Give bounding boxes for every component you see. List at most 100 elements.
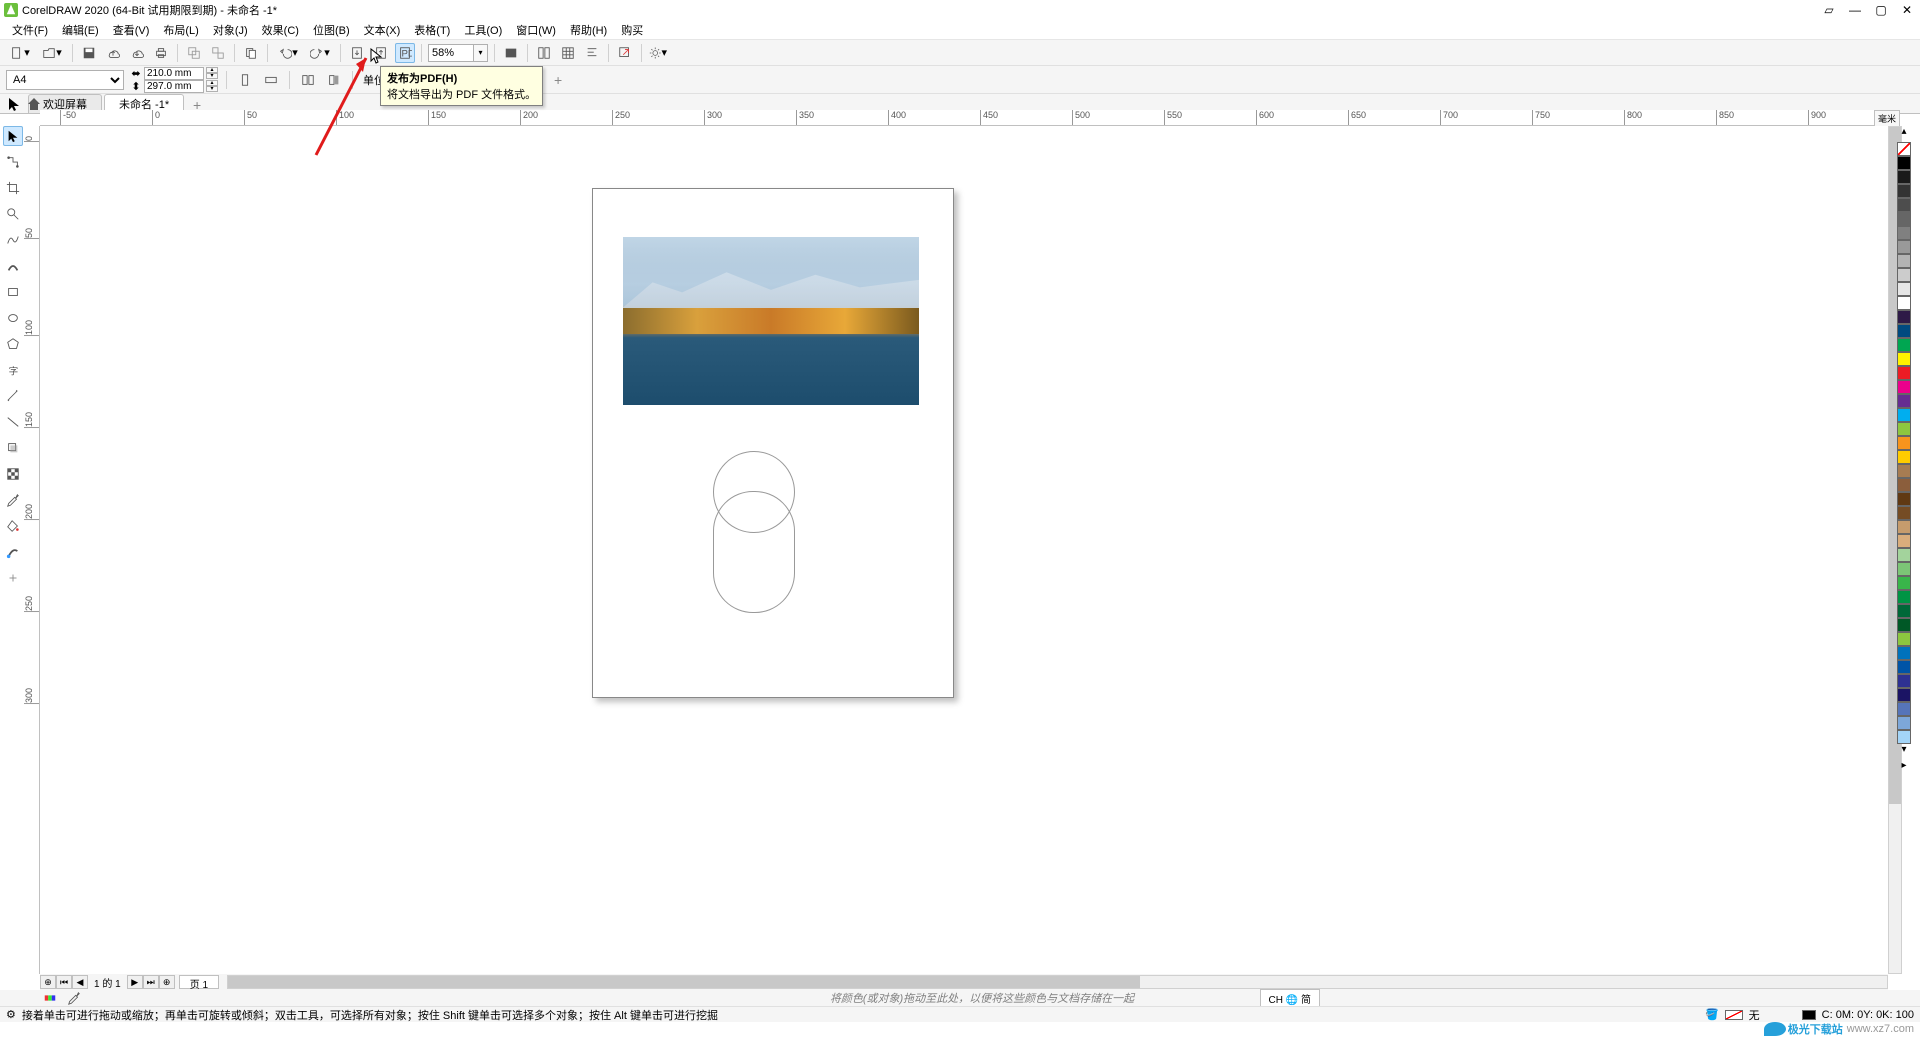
circle-shape[interactable] xyxy=(713,451,795,533)
cloud-up-button[interactable] xyxy=(103,43,123,63)
last-page-button[interactable]: ⏭ xyxy=(143,975,159,989)
gear-icon[interactable]: ⚙ xyxy=(6,1008,16,1021)
cloud-down-button[interactable] xyxy=(127,43,147,63)
rectangle-tool[interactable] xyxy=(3,282,23,302)
color-swatch[interactable] xyxy=(1897,212,1911,226)
window-float-icon[interactable]: ▱ xyxy=(1820,3,1838,17)
grid-button[interactable] xyxy=(558,43,578,63)
color-swatch[interactable] xyxy=(1897,156,1911,170)
menu-buy[interactable]: 购买 xyxy=(615,20,649,40)
placed-image[interactable] xyxy=(623,237,919,405)
publish-pdf-button[interactable]: PDF xyxy=(395,43,415,63)
import-button[interactable] xyxy=(347,43,367,63)
zoom-combo[interactable]: ▾ xyxy=(428,44,488,62)
artistic-tool[interactable] xyxy=(3,256,23,276)
color-swatch[interactable] xyxy=(1897,618,1911,632)
color-swatch[interactable] xyxy=(1897,352,1911,366)
landscape-button[interactable] xyxy=(261,70,281,90)
undo-button[interactable]: ▾ xyxy=(274,43,302,63)
connector-tool[interactable] xyxy=(3,412,23,432)
color-swatch[interactable] xyxy=(1897,254,1911,268)
no-color-swatch[interactable] xyxy=(1897,142,1911,156)
fullscreen-button[interactable] xyxy=(501,43,521,63)
shape-tool[interactable] xyxy=(3,152,23,172)
minimize-icon[interactable]: — xyxy=(1846,3,1864,17)
color-swatch[interactable] xyxy=(1897,282,1911,296)
options-button[interactable]: ▾ xyxy=(648,43,668,63)
no-fill-indicator[interactable] xyxy=(1725,1010,1743,1020)
color-swatch[interactable] xyxy=(1897,520,1911,534)
color-swatch[interactable] xyxy=(1897,436,1911,450)
first-page-button[interactable]: ⏮ xyxy=(56,975,72,989)
align-button[interactable] xyxy=(582,43,602,63)
ruler-units-button[interactable]: 毫米 xyxy=(1874,110,1900,127)
horizontal-scrollbar[interactable] xyxy=(227,975,1888,989)
color-swatch[interactable] xyxy=(1897,590,1911,604)
ellipse-tool[interactable] xyxy=(3,308,23,328)
menu-file[interactable]: 文件(F) xyxy=(6,20,54,40)
color-swatch[interactable] xyxy=(1897,324,1911,338)
palette-down-icon[interactable]: ▾ xyxy=(1901,744,1906,760)
color-swatch[interactable] xyxy=(1897,646,1911,660)
color-swatch[interactable] xyxy=(1897,394,1911,408)
color-swatch[interactable] xyxy=(1897,660,1911,674)
color-swatch[interactable] xyxy=(1897,240,1911,254)
redo-button[interactable]: ▾ xyxy=(306,43,334,63)
color-swatch[interactable] xyxy=(1897,268,1911,282)
current-page-button[interactable] xyxy=(324,70,344,90)
zoom-tool[interactable] xyxy=(3,204,23,224)
color-swatch[interactable] xyxy=(1897,492,1911,506)
pick-arrow-icon[interactable] xyxy=(6,96,22,112)
freehand-tool[interactable] xyxy=(3,230,23,250)
launch-button[interactable] xyxy=(615,43,635,63)
break-button[interactable] xyxy=(208,43,228,63)
color-swatch[interactable] xyxy=(1897,506,1911,520)
color-swatch[interactable] xyxy=(1897,562,1911,576)
polygon-tool[interactable] xyxy=(3,334,23,354)
color-swatch[interactable] xyxy=(1897,576,1911,590)
menu-layout[interactable]: 布局(L) xyxy=(157,20,204,40)
zoom-dropdown-icon[interactable]: ▾ xyxy=(474,44,488,62)
print-button[interactable] xyxy=(151,43,171,63)
color-swatch[interactable] xyxy=(1897,604,1911,618)
open-button[interactable]: ▾ xyxy=(38,43,66,63)
hint-eyedrop-icon[interactable] xyxy=(64,988,84,1008)
color-indicator[interactable] xyxy=(1802,1010,1816,1020)
hint-palette-icon[interactable] xyxy=(40,988,60,1008)
menu-table[interactable]: 表格(T) xyxy=(408,20,456,40)
color-swatch[interactable] xyxy=(1897,408,1911,422)
color-swatch[interactable] xyxy=(1897,464,1911,478)
color-swatch[interactable] xyxy=(1897,716,1911,730)
copy-button[interactable] xyxy=(241,43,261,63)
new-button[interactable]: ▾ xyxy=(6,43,34,63)
menu-help[interactable]: 帮助(H) xyxy=(564,20,613,40)
color-swatch[interactable] xyxy=(1897,478,1911,492)
canvas[interactable] xyxy=(40,126,1888,974)
color-swatch[interactable] xyxy=(1897,170,1911,184)
transparency-tool[interactable] xyxy=(3,464,23,484)
menu-view[interactable]: 查看(V) xyxy=(107,20,156,40)
fill-tool[interactable] xyxy=(3,516,23,536)
all-pages-button[interactable] xyxy=(298,70,318,90)
color-swatch[interactable] xyxy=(1897,338,1911,352)
color-swatch[interactable] xyxy=(1897,688,1911,702)
zoom-input[interactable] xyxy=(428,44,474,62)
ime-indicator[interactable]: CH 🌐 简 xyxy=(1260,989,1320,1008)
eyedropper-tool[interactable] xyxy=(3,490,23,510)
menu-text[interactable]: 文本(X) xyxy=(358,20,407,40)
crop-tool[interactable] xyxy=(3,178,23,198)
color-swatch[interactable] xyxy=(1897,310,1911,324)
add-property-button[interactable]: + xyxy=(549,71,567,89)
smart-fill-tool[interactable] xyxy=(3,542,23,562)
paper-size-select[interactable]: A4 xyxy=(6,70,124,90)
color-swatch[interactable] xyxy=(1897,450,1911,464)
menu-tools[interactable]: 工具(O) xyxy=(458,20,508,40)
parallel-dim-tool[interactable] xyxy=(3,386,23,406)
palette-up-icon[interactable]: ▴ xyxy=(1901,126,1906,142)
color-swatch[interactable] xyxy=(1897,534,1911,548)
close-icon[interactable]: ✕ xyxy=(1898,3,1916,17)
color-swatch[interactable] xyxy=(1897,296,1911,310)
drop-shadow-tool[interactable] xyxy=(3,438,23,458)
color-swatch[interactable] xyxy=(1897,380,1911,394)
text-tool[interactable]: 字 xyxy=(3,360,23,380)
